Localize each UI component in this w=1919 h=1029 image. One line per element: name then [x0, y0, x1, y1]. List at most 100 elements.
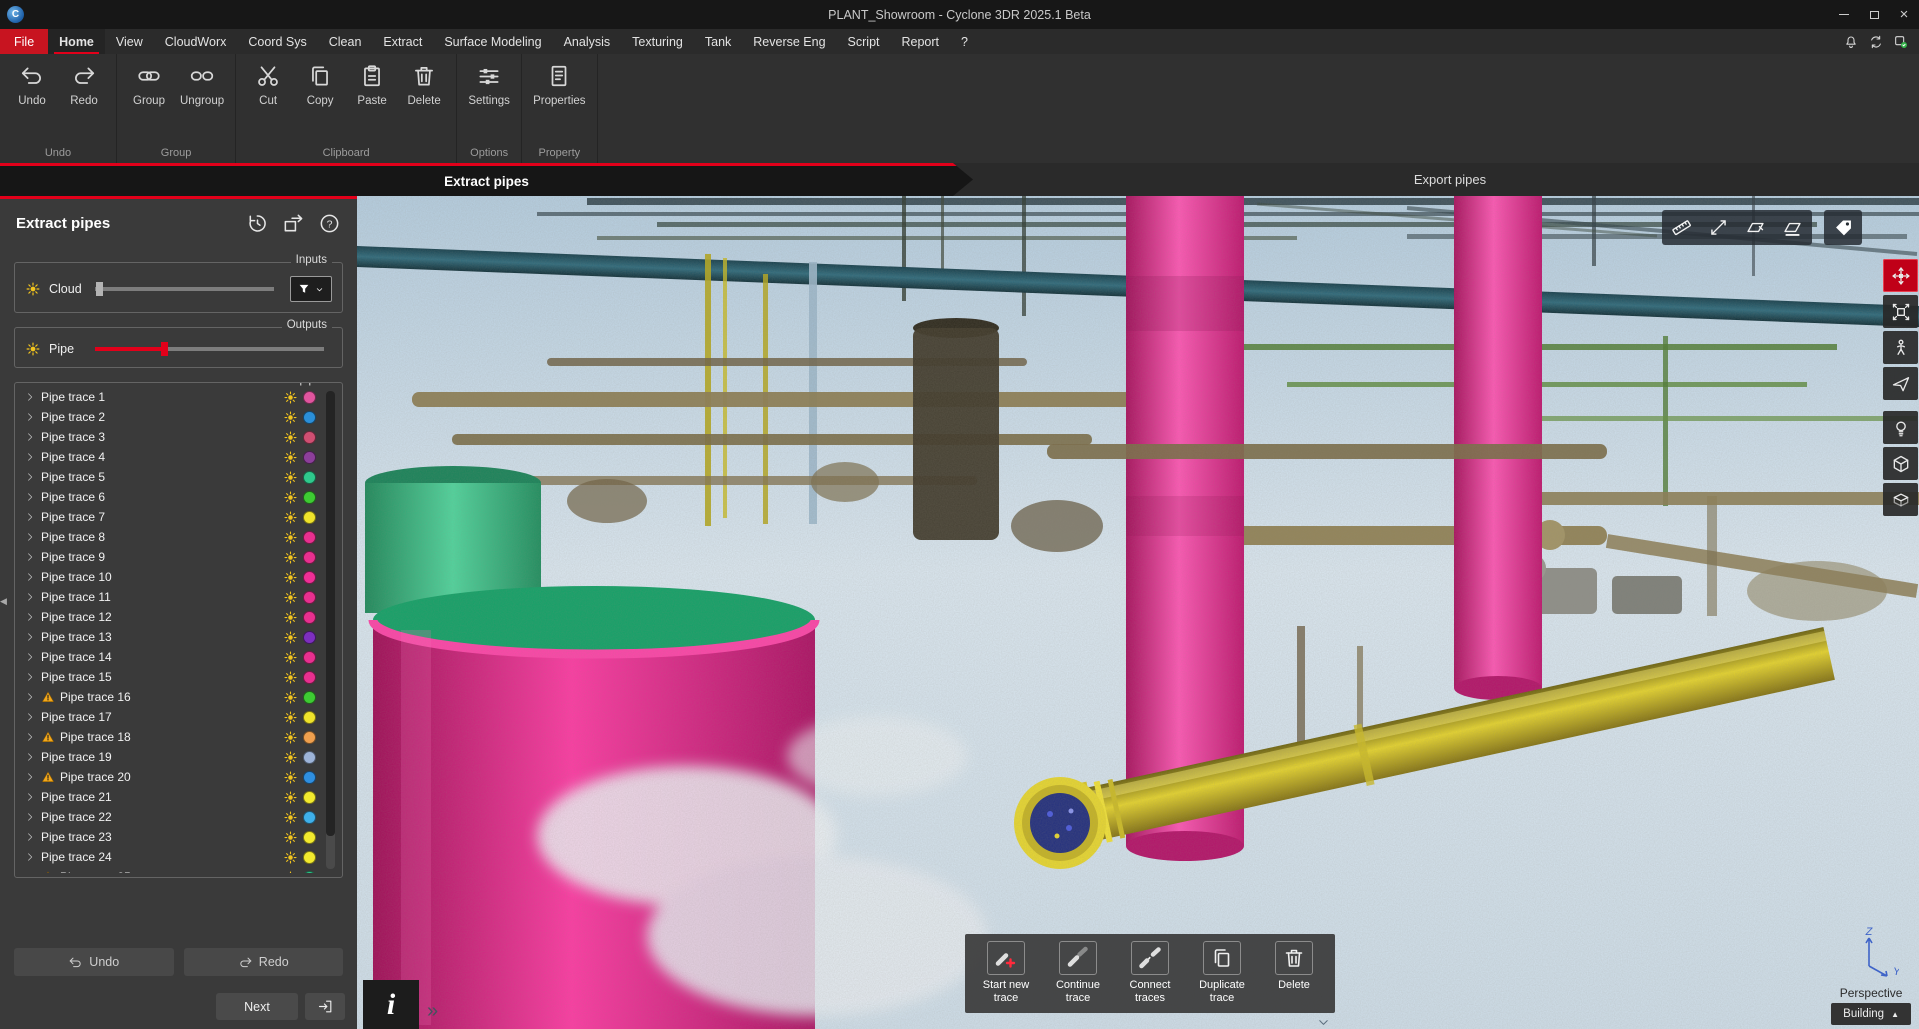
visibility-sun-icon[interactable] — [283, 430, 298, 445]
orbit-center-button[interactable] — [1883, 259, 1918, 292]
expand-chevron-icon[interactable] — [24, 551, 36, 563]
pipe-trace-row[interactable]: Pipe trace 17 — [21, 707, 316, 727]
pipe-trace-row[interactable]: Pipe trace 5 — [21, 467, 316, 487]
pipe-trace-row[interactable]: Pipe trace 1 — [21, 387, 316, 407]
pipe-trace-row[interactable]: Pipe trace 19 — [21, 747, 316, 767]
visibility-sun-icon[interactable] — [283, 410, 298, 425]
pipe-trace-row[interactable]: Pipe trace 12 — [21, 607, 316, 627]
menu-item-clean[interactable]: Clean — [318, 29, 373, 54]
ribbon-paste-button[interactable]: Paste — [347, 61, 397, 109]
menu-item-reverse-eng[interactable]: Reverse Eng — [742, 29, 836, 54]
pipe-trace-row[interactable]: Pipe trace 15 — [21, 667, 316, 687]
menu-item-coord-sys[interactable]: Coord Sys — [237, 29, 317, 54]
line-pencil-button[interactable] — [1775, 212, 1810, 243]
expand-info-chevrons[interactable]: » — [427, 1000, 438, 1023]
pipe-list-scrollbar[interactable] — [326, 391, 335, 869]
visibility-sun-icon[interactable] — [283, 830, 298, 845]
next-button[interactable]: Next — [216, 993, 298, 1020]
expand-chevron-icon[interactable] — [24, 771, 36, 783]
pipe-color-swatch[interactable] — [303, 851, 316, 864]
pipe-color-swatch[interactable] — [303, 811, 316, 824]
pipe-trace-row[interactable]: Pipe trace 22 — [21, 807, 316, 827]
bell-icon[interactable] — [1843, 34, 1859, 50]
pipe-trace-row[interactable]: Pipe trace 20 — [21, 767, 316, 787]
pipe-color-swatch[interactable] — [303, 771, 316, 784]
measure-clearance-button[interactable] — [1701, 212, 1736, 243]
pipe-trace-row[interactable]: Pipe trace 21 — [21, 787, 316, 807]
visibility-sun-icon[interactable] — [283, 390, 298, 405]
ribbon-delete-button[interactable]: Delete — [399, 61, 449, 109]
menu-item-surface-modeling[interactable]: Surface Modeling — [433, 29, 552, 54]
duplicate-trace-button[interactable]: Duplicate trace — [1190, 941, 1254, 1005]
visibility-sun-icon[interactable] — [283, 690, 298, 705]
pipe-color-swatch[interactable] — [303, 831, 316, 844]
pipe-color-swatch[interactable] — [303, 511, 316, 524]
expand-chevron-icon[interactable] — [24, 631, 36, 643]
view-cube-button[interactable] — [1883, 447, 1918, 480]
pipe-color-swatch[interactable] — [303, 491, 316, 504]
badge-icon[interactable] — [1893, 34, 1909, 50]
scrollbar-thumb[interactable] — [326, 391, 335, 836]
cloud-filter-button[interactable] — [290, 276, 332, 302]
expand-chevron-icon[interactable] — [24, 571, 36, 583]
building-level-button[interactable]: Building ▲ — [1831, 1003, 1911, 1025]
visibility-sun-icon[interactable] — [283, 610, 298, 625]
menu-item-cloudworx[interactable]: CloudWorx — [154, 29, 238, 54]
visibility-sun-icon[interactable] — [283, 870, 298, 874]
expand-chevron-icon[interactable] — [24, 611, 36, 623]
menu-item-extract[interactable]: Extract — [372, 29, 433, 54]
cloud-visibility-slider[interactable] — [95, 287, 274, 291]
visibility-sun-icon[interactable] — [283, 790, 298, 805]
pipe-color-swatch[interactable] — [303, 791, 316, 804]
ribbon-redo-button[interactable]: Redo — [59, 61, 109, 109]
expand-chevron-icon[interactable] — [24, 751, 36, 763]
visibility-sun-icon[interactable] — [283, 570, 298, 585]
visibility-sun-icon[interactable] — [283, 750, 298, 765]
pipe-trace-row[interactable]: Pipe trace 16 — [21, 687, 316, 707]
continue-trace-button[interactable]: Continue trace — [1046, 941, 1110, 1005]
menu-item-home[interactable]: Home — [48, 29, 105, 54]
help-icon[interactable]: ? — [318, 212, 341, 235]
pipe-trace-row[interactable]: Pipe trace 11 — [21, 587, 316, 607]
clipping-box-button[interactable] — [1883, 483, 1918, 516]
ribbon-settings-button[interactable]: Settings — [464, 61, 514, 109]
expand-chevron-icon[interactable] — [24, 811, 36, 823]
validate-exit-button[interactable] — [305, 993, 345, 1020]
pipe-color-swatch[interactable] — [303, 551, 316, 564]
pipe-color-swatch[interactable] — [303, 751, 316, 764]
lighting-button[interactable] — [1883, 411, 1918, 444]
expand-chevron-icon[interactable] — [24, 691, 36, 703]
expand-chevron-icon[interactable] — [24, 591, 36, 603]
visibility-sun-icon[interactable] — [283, 450, 298, 465]
viewport-3d[interactable]: Start new traceContinue traceConnect tra… — [357, 196, 1919, 1029]
pipe-trace-row[interactable]: Pipe trace 7 — [21, 507, 316, 527]
pipe-trace-row[interactable]: Pipe trace 24 — [21, 847, 316, 867]
pipe-trace-row[interactable]: Pipe trace 4 — [21, 447, 316, 467]
panel-collapse-arrow[interactable]: ◀ — [0, 588, 10, 614]
visibility-sun-icon[interactable] — [283, 670, 298, 685]
menu-item-report[interactable]: Report — [891, 29, 951, 54]
menu-item-texturing[interactable]: Texturing — [621, 29, 694, 54]
visibility-sun-icon[interactable] — [283, 810, 298, 825]
cloud-visibility-sun-icon[interactable] — [25, 281, 41, 297]
visibility-sun-icon[interactable] — [283, 730, 298, 745]
menu-item-tank[interactable]: Tank — [694, 29, 742, 54]
app-icon[interactable]: C — [7, 6, 24, 23]
visibility-sun-icon[interactable] — [283, 710, 298, 725]
connect-traces-button[interactable]: Connect traces — [1118, 941, 1182, 1005]
info-button[interactable]: i — [363, 980, 419, 1029]
pipe-color-swatch[interactable] — [303, 631, 316, 644]
close-button[interactable]: × — [1889, 0, 1919, 29]
collapse-toolbar-chevron-icon[interactable] — [1316, 1015, 1331, 1029]
expand-chevron-icon[interactable] — [24, 451, 36, 463]
reset-history-icon[interactable] — [246, 212, 269, 235]
pipe-trace-row[interactable]: Pipe trace 8 — [21, 527, 316, 547]
pipe-color-swatch[interactable] — [303, 431, 316, 444]
pipe-color-swatch[interactable] — [303, 731, 316, 744]
workflow-step-export[interactable]: Export pipes — [1414, 163, 1486, 196]
workflow-step-current[interactable]: Extract pipes — [0, 163, 973, 196]
expand-chevron-icon[interactable] — [24, 871, 36, 873]
pipe-trace-row[interactable]: Pipe trace 6 — [21, 487, 316, 507]
pipe-color-swatch[interactable] — [303, 691, 316, 704]
pipe-trace-row[interactable]: Pipe trace 10 — [21, 567, 316, 587]
